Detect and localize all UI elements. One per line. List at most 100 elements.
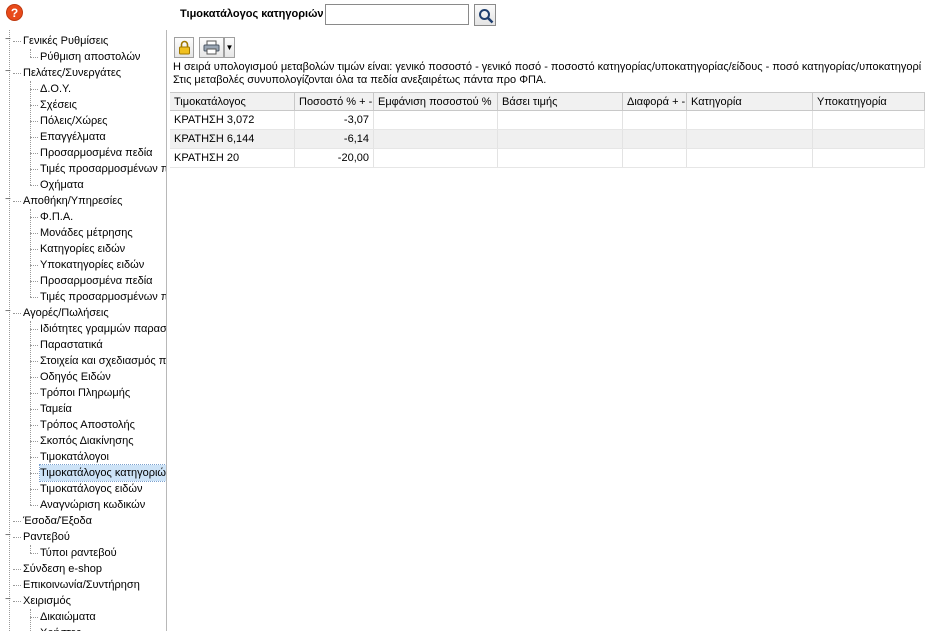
tree-connector [30,441,38,442]
tree-group[interactable]: Αγορές/Πωλήσεις [23,305,109,321]
tree-connector [30,105,38,106]
table-cell[interactable] [623,149,687,167]
tree-connector [30,425,38,426]
tree-connector [30,121,38,122]
tree-connector [30,297,38,298]
tree-item[interactable]: Τιμές προσαρμοσμένων π [40,161,166,177]
tree-connector [30,489,38,490]
search-input[interactable] [325,4,469,25]
table-cell[interactable] [498,111,623,129]
tree-connector [30,265,38,266]
table-cell[interactable]: ΚΡΑΤΗΣΗ 3,072 [170,111,295,129]
chevron-down-icon: ▼ [225,43,234,52]
tree-group[interactable]: Έσοδα/Έξοδα [23,513,92,529]
tree-group[interactable]: Αποθήκη/Υπηρεσίες [23,193,122,209]
table-cell[interactable] [687,130,813,148]
tree-item[interactable]: Κατηγορίες ειδών [40,241,166,257]
table-row[interactable]: ΚΡΑΤΗΣΗ 3,072 -3,07 [170,111,925,130]
column-header[interactable]: Ποσοστό % + - [295,93,374,111]
table-cell[interactable] [813,130,925,148]
tree-item[interactable]: Προσαρμοσμένα πεδία [40,273,166,289]
tree-connector [30,553,38,554]
tree-connector [30,169,38,170]
tree-item[interactable]: Τιμοκατάλογοι [40,449,166,465]
print-options-dropdown[interactable]: ▼ [224,37,235,58]
table-cell[interactable] [498,130,623,148]
tree-item[interactable]: Τιμές προσαρμοσμένων π [40,289,166,305]
table-cell[interactable] [687,149,813,167]
tree-item[interactable]: Χρήστες [40,625,166,631]
tree-item[interactable]: Μονάδες μέτρησης [40,225,166,241]
table-row[interactable]: ΚΡΑΤΗΣΗ 6,144 -6,14 [170,130,925,149]
table-cell[interactable] [623,111,687,129]
tree-item[interactable]: Ιδιότητες γραμμών παραστ [40,321,166,337]
tree-item[interactable]: Τύποι ραντεβού [40,545,166,561]
tree-item[interactable]: Ταμεία [40,401,166,417]
tree-group[interactable]: Ραντεβού [23,529,70,545]
tree-connector [30,209,31,297]
table-cell[interactable] [687,111,813,129]
table-cell[interactable]: -20,00 [295,149,374,167]
tree-item[interactable]: Τρόποι Πληρωμής [40,385,166,401]
tree-connector [30,185,38,186]
tree-connector [30,361,38,362]
table-cell[interactable]: -3,07 [295,111,374,129]
table-cell[interactable] [374,130,498,148]
column-header[interactable]: Υποκατηγορία [813,93,925,111]
tree-connector [30,137,38,138]
settings-tree: − Γενικές Ρυθμίσεις Ρύθμιση αποστολών − Πελά… [0,30,167,631]
tree-item[interactable]: Τρόπος Αποστολής [40,417,166,433]
column-header[interactable]: Εμφάνιση ποσοστού % [374,93,498,111]
tree-group[interactable]: Γενικές Ρυθμίσεις [23,33,108,49]
calculation-order-note: Η σειρά υπολογισμού μεταβολών τιμών είνα… [173,61,922,73]
tree-item[interactable]: Ρύθμιση αποστολών [40,49,166,65]
tree-item-selected[interactable]: Τιμοκατάλογος κατηγοριώ [39,464,166,482]
table-cell[interactable] [623,130,687,148]
tree-item[interactable]: Δικαιώματα [40,609,166,625]
column-header[interactable]: Κατηγορία [687,93,813,111]
tree-group[interactable]: Πελάτες/Συνεργάτες [23,65,121,81]
tree-item[interactable]: Υποκατηγορίες ειδών [40,257,166,273]
page-title: Τιμοκατάλογος κατηγοριών [180,8,324,20]
tree-group[interactable]: Σύνδεση e-shop [23,561,102,577]
table-row[interactable]: ΚΡΑΤΗΣΗ 20 -20,00 [170,149,925,168]
tree-connector [30,505,38,506]
tree-item[interactable]: Φ.Π.Α. [40,209,166,225]
table-cell[interactable] [813,149,925,167]
table-cell[interactable] [374,149,498,167]
tree-item[interactable]: Τιμοκατάλογος ειδών [40,481,166,497]
tree-item[interactable]: Προσαρμοσμένα πεδία [40,145,166,161]
column-header[interactable]: Τιμοκατάλογος [170,93,295,111]
tree-connector [13,537,21,538]
tree-group[interactable]: Επικοινωνία/Συντήρηση [23,577,140,593]
tree-connector [30,473,38,474]
tree-item[interactable]: Δ.Ο.Υ. [40,81,166,97]
tree-item[interactable]: Επαγγέλματα [40,129,166,145]
tree-item[interactable]: Σκοπός Διακίνησης [40,433,166,449]
table-cell[interactable]: -6,14 [295,130,374,148]
print-button[interactable] [199,37,224,58]
table-cell[interactable] [498,149,623,167]
help-icon[interactable]: ? [6,4,23,21]
vat-note: Στις μεταβολές συνυπολογίζονται όλα τα π… [173,74,547,86]
table-cell[interactable]: ΚΡΑΤΗΣΗ 20 [170,149,295,167]
tree-group[interactable]: Χειρισμός [23,593,71,609]
tree-connector [30,457,38,458]
tree-item[interactable]: Οχήματα [40,177,166,193]
tree-connector [30,233,38,234]
tree-item[interactable]: Οδηγός Ειδών [40,369,166,385]
table-cell[interactable] [813,111,925,129]
tree-item[interactable]: Σχέσεις [40,97,166,113]
tree-connector [13,41,21,42]
table-cell[interactable] [374,111,498,129]
tree-item[interactable]: Αναγνώριση κωδικών [40,497,166,513]
lock-button[interactable] [174,37,194,58]
grid-header: Τιμοκατάλογος Ποσοστό % + - Εμφάνιση ποσοσ… [170,92,925,111]
search-button[interactable] [474,4,496,26]
column-header[interactable]: Βάσει τιμής [498,93,623,111]
tree-item[interactable]: Παραστατικά [40,337,166,353]
table-cell[interactable]: ΚΡΑΤΗΣΗ 6,144 [170,130,295,148]
column-header[interactable]: Διαφορά + - [623,93,687,111]
tree-item[interactable]: Πόλεις/Χώρες [40,113,166,129]
tree-item[interactable]: Στοιχεία και σχεδιασμός π [40,353,166,369]
